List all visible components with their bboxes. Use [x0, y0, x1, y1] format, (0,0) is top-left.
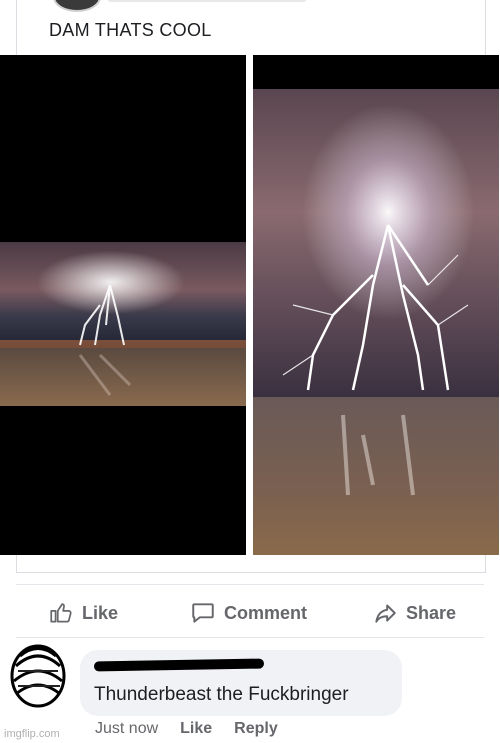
post-photo-right[interactable] — [253, 55, 499, 555]
comment-bubble: Thunderbeast the Fuckbringer — [80, 650, 402, 716]
speech-bubble-icon — [192, 603, 214, 623]
comment-reply-link[interactable]: Reply — [234, 720, 278, 738]
imgflip-watermark: imgflip.com — [4, 728, 60, 740]
commenter-name-redacted[interactable] — [93, 658, 265, 672]
author-name-faded — [107, 0, 307, 2]
comment-like-link[interactable]: Like — [180, 720, 212, 738]
commenter-avatar-scribbled[interactable] — [8, 636, 68, 712]
comment-timestamp: Just now — [95, 720, 159, 737]
author-avatar[interactable] — [53, 0, 101, 12]
like-button[interactable]: Like — [48, 600, 118, 626]
post-text: DAM THATS COOL — [49, 20, 212, 40]
like-label: Like — [82, 602, 119, 623]
action-divider-top — [16, 584, 484, 585]
comment-meta: Just now Like Reply — [95, 720, 278, 738]
thumbs-up-icon — [50, 603, 72, 623]
comment-text: Thunderbeast the Fuckbringer — [94, 684, 349, 705]
share-arrow-icon — [375, 604, 396, 623]
comment-label: Comment — [224, 602, 308, 623]
share-label: Share — [406, 602, 457, 623]
action-divider-bottom — [16, 637, 484, 638]
post-photo-left[interactable] — [0, 55, 246, 555]
share-button[interactable]: Share — [372, 600, 456, 626]
comment-button[interactable]: Comment — [190, 600, 307, 626]
